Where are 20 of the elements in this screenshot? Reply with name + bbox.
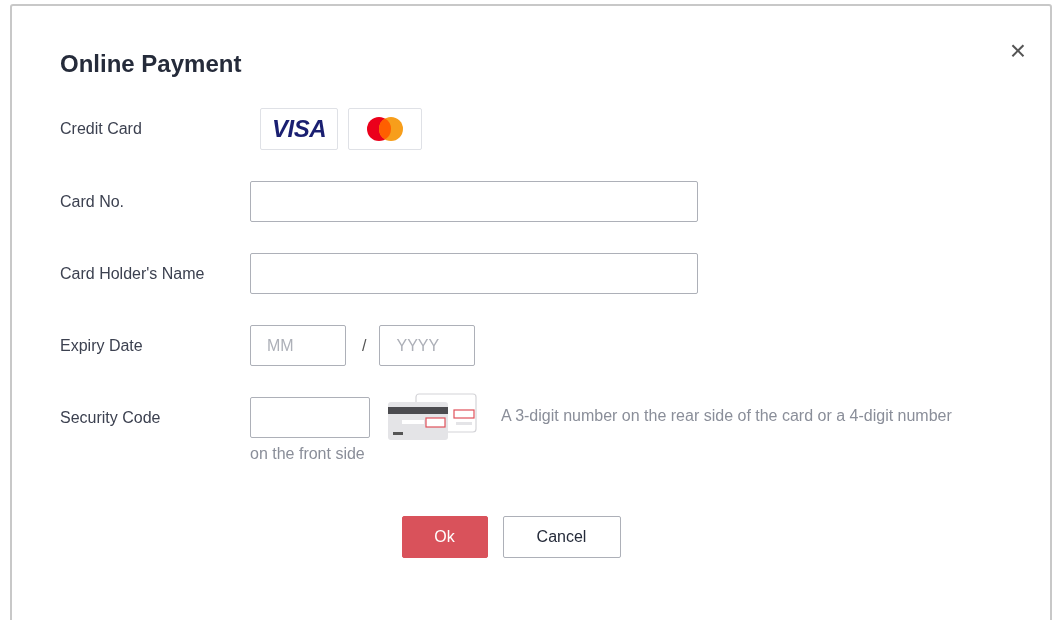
cancel-button[interactable]: Cancel: [502, 516, 621, 558]
dialog-title: Online Payment: [60, 50, 242, 78]
text-field[interactable]: [250, 253, 698, 294]
card-brand-button[interactable]: [348, 108, 422, 150]
card-brand-button[interactable]: VISA: [260, 108, 338, 150]
field-label: Security Code: [60, 409, 162, 427]
year-field[interactable]: YYYY: [379, 325, 476, 366]
field-label: Card Holder's Name: [60, 264, 206, 283]
field-label: Credit Card: [60, 120, 143, 138]
security-code-hint: on the front side: [250, 444, 365, 464]
ok-button[interactable]: Ok: [401, 516, 488, 558]
month-field[interactable]: MM: [250, 325, 346, 366]
close-button[interactable]: ×: [1009, 38, 1026, 64]
field-label: Expiry Date: [60, 336, 144, 355]
text-field[interactable]: [250, 181, 698, 222]
card-back-icon: [386, 392, 479, 442]
security-code-hint: A 3-digit number on the rear side of the card or a 4-digit number: [500, 407, 952, 424]
field-label: Card No.: [60, 192, 126, 211]
security-code-field[interactable]: [250, 397, 370, 438]
date-separator: /: [362, 336, 367, 355]
